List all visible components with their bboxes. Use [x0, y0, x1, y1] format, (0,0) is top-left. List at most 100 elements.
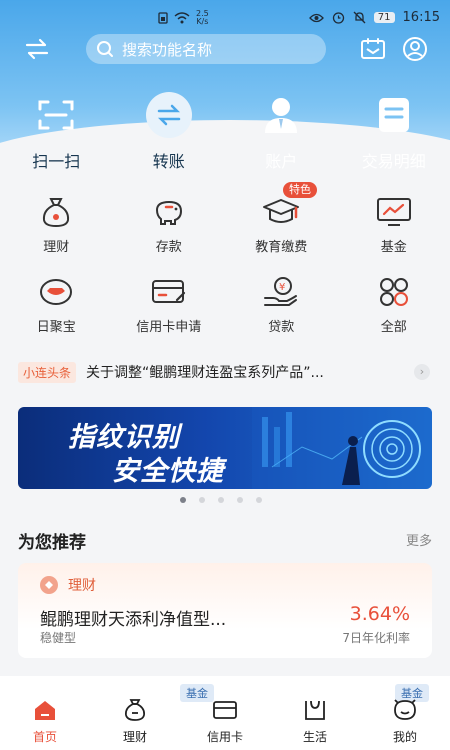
service-wealth[interactable]: 理财: [0, 186, 113, 266]
recommend-title: 为您推荐: [18, 533, 86, 553]
profile-face-icon: [394, 699, 416, 720]
graduation-cap-icon: [261, 192, 301, 232]
news-headline[interactable]: 关于调整“鲲鹏理财连盈宝系列产品”...: [86, 362, 366, 382]
product-rate: 3.64%: [349, 603, 410, 625]
quick-action-transfer[interactable]: 转账: [113, 92, 226, 172]
product-risk: 稳健型: [40, 631, 77, 645]
carousel-dots: [180, 497, 262, 503]
service-label: 教育缴费: [255, 240, 308, 255]
message-icon[interactable]: [360, 37, 386, 61]
mute-icon: [353, 11, 366, 24]
service-label: 全部: [380, 320, 407, 335]
service-deposit[interactable]: 存款: [113, 186, 226, 266]
quick-action-label: 账户: [265, 152, 298, 171]
banner-line2: 安全快捷: [112, 456, 224, 487]
fingerprint-illustration: [252, 407, 432, 489]
service-all[interactable]: 全部: [338, 266, 450, 346]
more-link[interactable]: 更多: [406, 530, 432, 549]
wealth-category-icon: [40, 576, 58, 594]
service-rijubao[interactable]: 日聚宝: [0, 266, 113, 346]
status-right: 71 16:15: [308, 10, 440, 25]
nav-life[interactable]: 生活: [270, 688, 360, 750]
wealth-icon: [124, 699, 146, 721]
account-icon: [258, 92, 304, 138]
sim-icon: [158, 12, 168, 24]
switch-icon[interactable]: [24, 38, 50, 60]
fund-chart-icon: [374, 192, 414, 232]
nav-label: 信用卡: [206, 730, 243, 744]
clock: 16:15: [402, 10, 440, 25]
service-label: 信用卡申请: [136, 320, 202, 335]
user-profile-icon[interactable]: [402, 36, 428, 62]
net-speed: 2.5 K/s: [196, 9, 209, 26]
news-tag: 小连头条: [18, 361, 77, 383]
loan-icon: ¥: [261, 272, 301, 312]
status-center: 2.5 K/s: [158, 10, 209, 26]
product-rate-label: 7日年化利率: [342, 631, 410, 645]
quick-action-label: 交易明细: [361, 152, 426, 171]
shopping-bag-icon: [305, 700, 325, 720]
bottom-bar: 基金 基金 首页 理财 信用卡 生活 我的: [0, 676, 450, 750]
wealth-bag-icon: [36, 192, 76, 232]
home-icon: [35, 701, 55, 720]
product-name: 鲲鹏理财天添利净值型...: [40, 610, 227, 630]
svg-text:¥: ¥: [279, 282, 285, 293]
carousel-dot[interactable]: [256, 497, 262, 503]
search-icon: [97, 41, 113, 57]
product-card[interactable]: 理财 鲲鹏理财天添利净值型... 稳健型 3.64% 7日年化利率: [18, 563, 432, 658]
recommend-header: 为您推荐 更多: [18, 528, 432, 553]
quick-action-transactions[interactable]: 交易明细: [338, 92, 450, 172]
service-fund[interactable]: 基金: [338, 186, 450, 266]
wifi-icon: [174, 12, 190, 24]
search-placeholder: 搜索功能名称: [122, 40, 213, 59]
all-services-icon: [374, 272, 414, 312]
piggy-bank-icon: [149, 192, 189, 232]
nav-wealth[interactable]: 理财: [90, 688, 180, 750]
services-row: 理财 存款 特色 教育缴费 基金: [0, 182, 450, 266]
product-category: 理财: [40, 575, 96, 595]
services-row: 日聚宝 信用卡申请 ¥ 贷款 全部: [0, 266, 450, 346]
status-bar: 2.5 K/s 71 16:15: [0, 8, 450, 32]
service-education[interactable]: 特色 教育缴费: [225, 182, 338, 266]
gold-ingot-icon: [36, 272, 76, 312]
quick-action-scan[interactable]: 扫一扫: [0, 92, 113, 172]
product-category-label: 理财: [68, 578, 96, 594]
service-label: 基金: [380, 240, 407, 255]
quick-action-label: 扫一扫: [32, 152, 81, 171]
services-grid: 理财 存款 特色 教育缴费 基金 日聚宝 信用卡申请 ¥ 贷款 全部: [0, 182, 450, 346]
bottom-nav: 首页 理财 信用卡 生活 我的: [0, 688, 450, 750]
nav-credit-card[interactable]: 信用卡: [180, 688, 270, 750]
quick-actions: 扫一扫 转账 账户 交易明细: [0, 92, 450, 172]
carousel-dot[interactable]: [180, 497, 186, 503]
service-loan[interactable]: ¥ 贷款: [225, 266, 338, 346]
promo-banner[interactable]: 指纹识别 安全快捷: [18, 407, 432, 489]
nav-label: 首页: [32, 730, 57, 744]
quick-action-account[interactable]: 账户: [225, 92, 338, 172]
battery-indicator: 71: [373, 12, 395, 23]
alarm-icon: [332, 12, 344, 24]
news-ticker[interactable]: 小连头条 关于调整“鲲鹏理财连盈宝系列产品”... ›: [18, 360, 432, 384]
scan-icon: [33, 92, 79, 138]
service-label: 日聚宝: [36, 320, 76, 335]
service-label: 理财: [43, 240, 70, 255]
nav-label: 生活: [302, 730, 327, 744]
feature-badge: 特色: [283, 182, 317, 198]
service-label: 存款: [155, 240, 182, 255]
eye-icon: [308, 13, 324, 22]
nav-mine[interactable]: 我的: [360, 688, 450, 750]
top-bar: 搜索功能名称: [0, 32, 450, 66]
carousel-dot[interactable]: [218, 497, 224, 503]
service-label: 贷款: [268, 320, 295, 335]
nav-label: 理财: [122, 730, 147, 744]
chevron-right-icon[interactable]: ›: [414, 364, 430, 380]
credit-card-icon: [213, 701, 237, 719]
carousel-dot[interactable]: [199, 497, 205, 503]
transfer-icon: [145, 92, 192, 138]
nav-home[interactable]: 首页: [0, 688, 90, 750]
credit-card-apply-icon: [149, 272, 189, 312]
service-credit-card[interactable]: 信用卡申请: [113, 266, 226, 346]
carousel-dot[interactable]: [237, 497, 243, 503]
quick-action-label: 转账: [152, 152, 185, 171]
search-input[interactable]: 搜索功能名称: [86, 34, 326, 64]
transaction-details-icon: [371, 92, 417, 138]
